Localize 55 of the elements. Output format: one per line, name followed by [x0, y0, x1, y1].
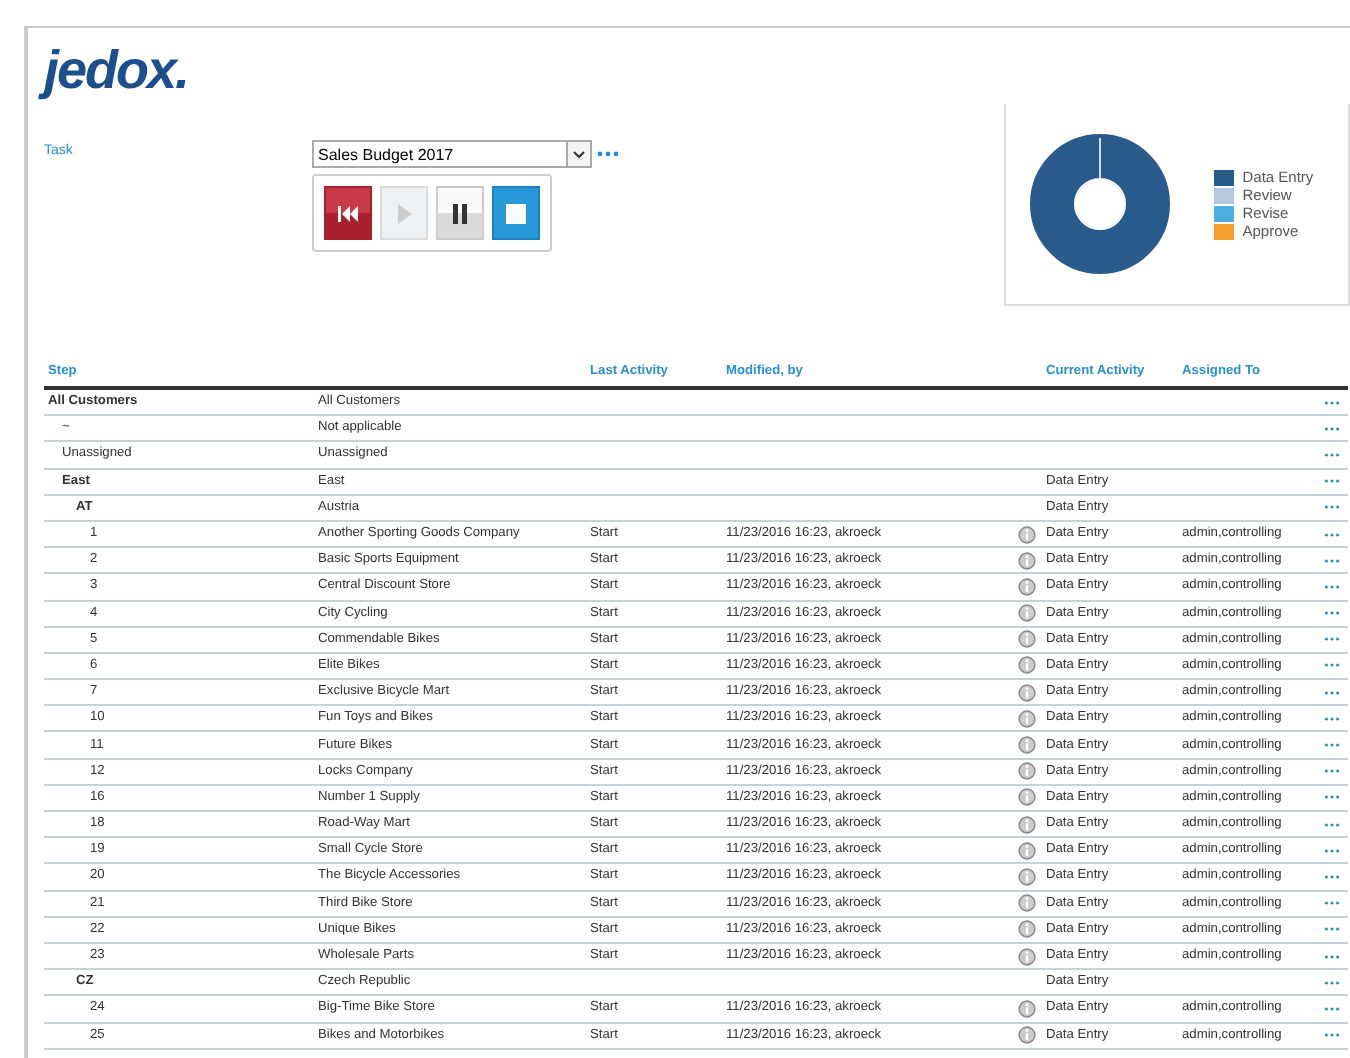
info-icon[interactable] [1017, 656, 1035, 675]
info-icon[interactable] [1017, 762, 1035, 781]
more-icon[interactable] [1324, 900, 1340, 907]
more-icon[interactable] [1324, 451, 1340, 458]
info-icon[interactable] [1017, 630, 1035, 649]
info-icon[interactable] [1017, 577, 1035, 596]
more-icon[interactable] [1324, 425, 1340, 432]
more-icon[interactable] [1324, 478, 1340, 485]
info-icon[interactable] [1017, 788, 1035, 807]
more-icon[interactable] [596, 150, 620, 158]
stop-icon [506, 203, 526, 223]
more-icon[interactable] [1324, 399, 1340, 406]
info-icon[interactable] [1017, 604, 1035, 623]
more-icon[interactable] [1324, 636, 1340, 643]
more-icon[interactable] [1324, 662, 1340, 669]
task-dropdown[interactable]: Sales Budget 2017 [312, 140, 592, 168]
more-icon[interactable] [1324, 557, 1340, 564]
caret-icon [566, 142, 590, 166]
more-icon[interactable] [1324, 979, 1340, 986]
info-icon[interactable] [1017, 999, 1035, 1018]
more-icon[interactable] [1324, 794, 1340, 801]
info-icon[interactable] [1017, 1026, 1035, 1045]
more-icon[interactable] [1324, 610, 1340, 617]
rewind-button[interactable] [324, 186, 372, 240]
more-icon[interactable] [1324, 1005, 1340, 1012]
more-icon[interactable] [1324, 742, 1340, 749]
more-icon[interactable] [1324, 768, 1340, 775]
more-icon[interactable] [1324, 953, 1340, 960]
more-icon[interactable] [1324, 531, 1340, 538]
more-icon[interactable] [1324, 583, 1340, 590]
info-icon[interactable] [1017, 815, 1035, 834]
stop-button[interactable] [492, 186, 540, 240]
info-icon[interactable] [1017, 947, 1035, 966]
info-icon[interactable] [1017, 683, 1035, 702]
more-icon[interactable] [1324, 715, 1340, 722]
info-icon[interactable] [1017, 525, 1035, 544]
more-icon[interactable] [1324, 873, 1340, 880]
more-icon[interactable] [1324, 847, 1340, 854]
info-icon[interactable] [1017, 920, 1035, 939]
more-icon[interactable] [1324, 504, 1340, 511]
rewind-icon [336, 203, 360, 223]
more-icon[interactable] [1324, 1032, 1340, 1039]
info-icon[interactable] [1017, 736, 1035, 755]
play-icon [394, 201, 414, 225]
pause-icon [450, 201, 470, 225]
info-icon[interactable] [1017, 709, 1035, 728]
more-icon[interactable] [1324, 926, 1340, 933]
more-icon[interactable] [1324, 689, 1340, 696]
pause-button[interactable] [436, 186, 484, 240]
info-icon[interactable] [1017, 841, 1035, 860]
more-icon[interactable] [1324, 821, 1340, 828]
info-icon[interactable] [1017, 894, 1035, 913]
info-icon[interactable] [1017, 867, 1035, 886]
info-icon[interactable] [1017, 551, 1035, 570]
donut-drawing [1030, 134, 1171, 274]
